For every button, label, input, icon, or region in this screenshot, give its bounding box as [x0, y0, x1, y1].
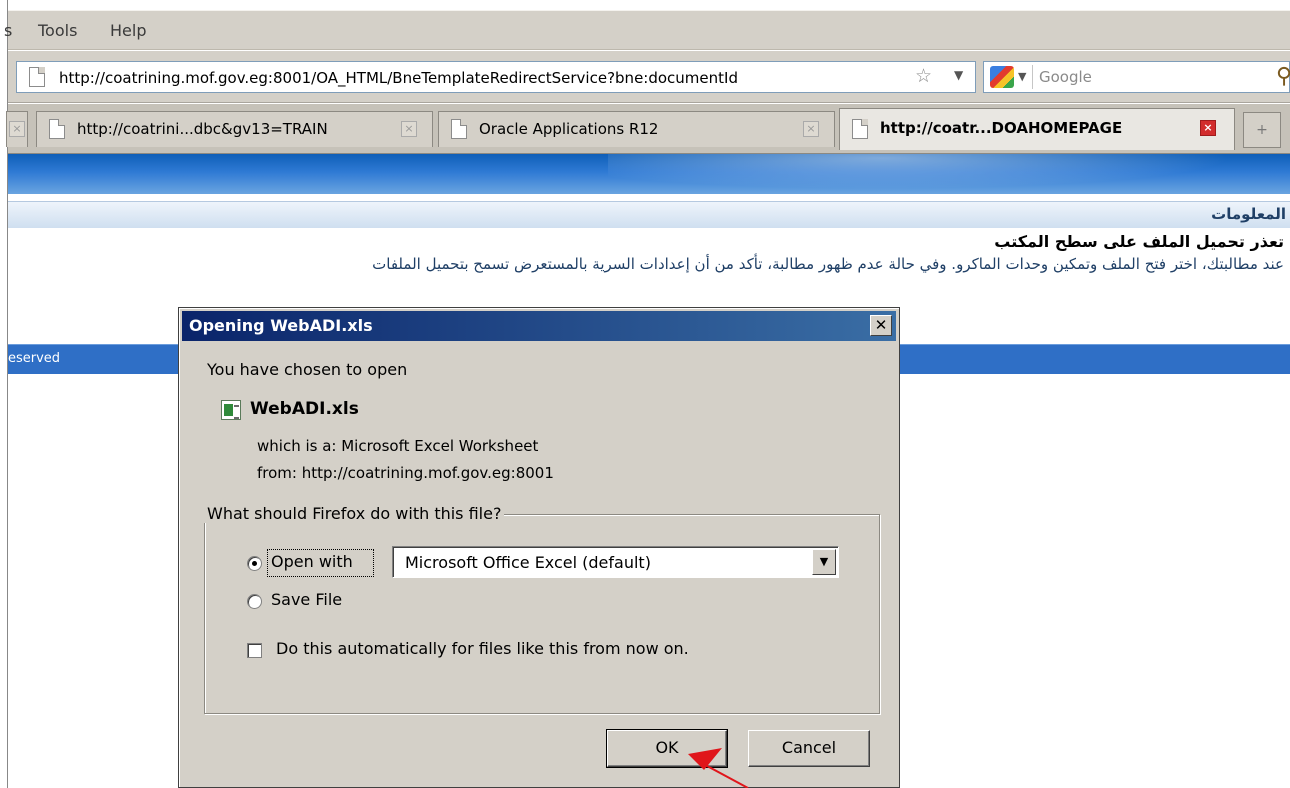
menu-item-partial[interactable]: s — [4, 21, 12, 40]
search-engine-dropdown-icon[interactable]: ▼ — [1018, 70, 1026, 83]
tab-close-icon[interactable]: × — [9, 121, 25, 137]
new-tab-icon[interactable]: + — [1243, 112, 1281, 148]
page-header-band — [8, 154, 1290, 194]
intro-text: You have chosen to open — [207, 360, 408, 379]
open-with-radio[interactable] — [247, 556, 262, 571]
file-type: which is a: Microsoft Excel Worksheet — [257, 437, 539, 455]
chevron-down-icon[interactable]: ▼ — [812, 549, 836, 575]
save-file-radio[interactable] — [247, 594, 262, 609]
tab-oracle-applications[interactable]: Oracle Applications R12 × — [438, 111, 835, 147]
action-group — [204, 514, 880, 714]
open-with-label[interactable]: Open with — [271, 552, 353, 571]
tab-bar: × http://coatrini...dbc&gv13=TRAIN × Ora… — [6, 104, 1290, 154]
info-bar: المعلومات — [8, 201, 1290, 228]
page-icon — [49, 119, 65, 139]
tab-doahomepage[interactable]: http://coatr...DOAHOMEPAGE × — [839, 108, 1235, 150]
application-select-value: Microsoft Office Excel (default) — [405, 553, 651, 572]
auto-action-checkbox[interactable] — [247, 643, 262, 658]
page-icon — [29, 67, 45, 87]
page-icon — [451, 119, 467, 139]
page-heading: تعذر تحميل الملف على سطح المكتب — [994, 232, 1284, 251]
search-input[interactable]: Google — [1039, 68, 1092, 86]
tab-partial[interactable]: × — [6, 111, 28, 147]
dialog-title-bar[interactable]: Opening WebADI.xls ✕ — [182, 311, 896, 341]
page-icon — [852, 119, 868, 139]
file-source: from: http://coatrining.mof.gov.eg:8001 — [257, 464, 554, 482]
opening-file-dialog: Opening WebADI.xls ✕ You have chosen to … — [178, 307, 900, 788]
tab-label: http://coatr...DOAHOMEPAGE — [880, 119, 1123, 137]
search-divider — [1032, 65, 1033, 89]
annotation-arrow — [688, 748, 749, 788]
action-question: What should Firefox do with this file? — [204, 504, 505, 523]
url-text[interactable]: http://coatrining.mof.gov.eg:8001/OA_HTM… — [59, 69, 909, 87]
tab-label: http://coatrini...dbc&gv13=TRAIN — [77, 120, 328, 138]
dialog-title: Opening WebADI.xls — [189, 316, 373, 335]
save-file-label[interactable]: Save File — [271, 590, 342, 609]
url-dropdown-icon[interactable]: ▼ — [954, 68, 963, 82]
tab-train[interactable]: http://coatrini...dbc&gv13=TRAIN × — [36, 111, 433, 147]
menu-bar: s Tools Help — [4, 10, 1290, 50]
footer-text: eserved — [8, 351, 61, 366]
close-icon[interactable]: ✕ — [870, 315, 892, 336]
bookmark-star-icon[interactable]: ☆ — [915, 65, 932, 87]
navigation-toolbar: http://coatrining.mof.gov.eg:8001/OA_HTM… — [8, 51, 1290, 103]
tab-close-icon[interactable]: × — [1200, 120, 1216, 136]
menu-item-help[interactable]: Help — [110, 21, 146, 40]
tab-close-icon[interactable]: × — [401, 121, 417, 137]
application-select[interactable]: Microsoft Office Excel (default) ▼ — [392, 546, 839, 578]
search-box[interactable]: ▼ Google ⚲ — [983, 61, 1290, 93]
menu-item-tools[interactable]: Tools — [38, 21, 77, 40]
excel-file-icon — [221, 400, 241, 420]
info-title: المعلومات — [1211, 205, 1286, 223]
search-engine-icon[interactable] — [990, 66, 1014, 88]
auto-action-label[interactable]: Do this automatically for files like thi… — [276, 639, 689, 658]
url-bar[interactable]: http://coatrining.mof.gov.eg:8001/OA_HTM… — [16, 61, 976, 93]
tab-label: Oracle Applications R12 — [479, 120, 659, 138]
file-name: WebADI.xls — [250, 399, 359, 419]
tab-close-icon[interactable]: × — [803, 121, 819, 137]
search-icon[interactable]: ⚲ — [1276, 64, 1290, 89]
page-instructions: عند مطالبتك، اختر فتح الملف وتمكين وحدات… — [372, 255, 1284, 273]
